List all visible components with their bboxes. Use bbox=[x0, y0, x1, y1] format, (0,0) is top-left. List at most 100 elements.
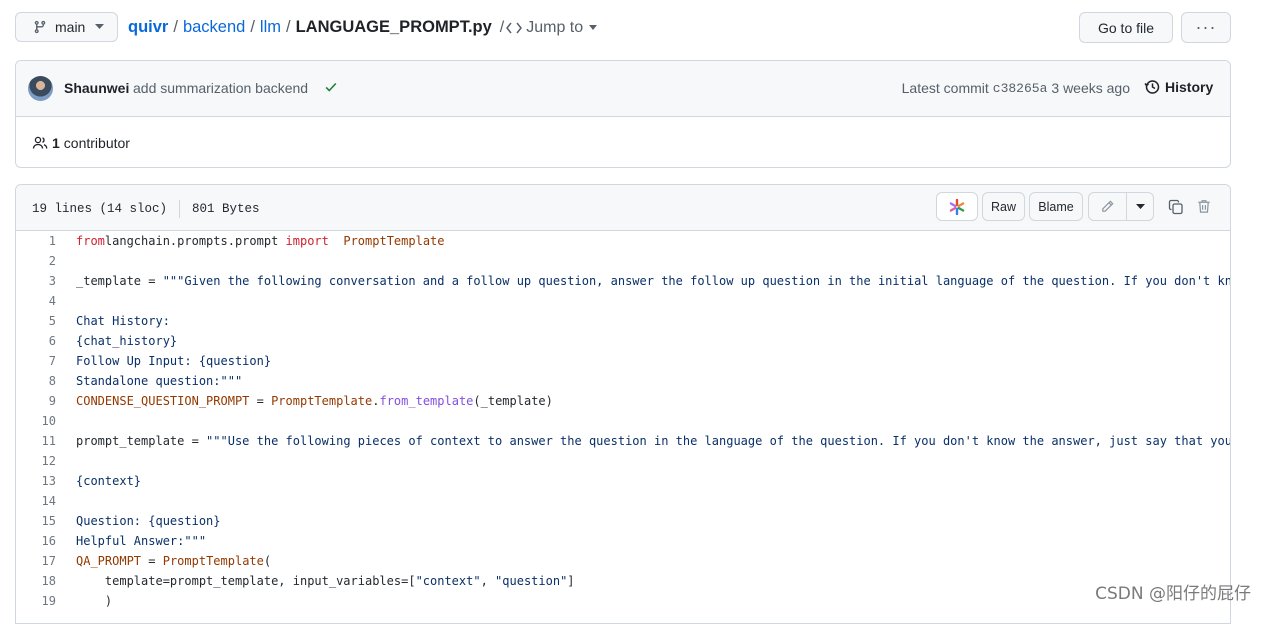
commit-author-link[interactable]: Shaunwei bbox=[64, 80, 129, 96]
line-number[interactable]: 5 bbox=[16, 314, 56, 328]
commit-header: Shaunwei add summarization backend Lates… bbox=[16, 61, 1230, 117]
code-token: _template = bbox=[76, 274, 163, 288]
breadcrumb-separator: / bbox=[499, 18, 505, 36]
line-number[interactable]: 11 bbox=[16, 434, 56, 448]
line-number[interactable]: 12 bbox=[16, 454, 56, 468]
line-number[interactable]: 18 bbox=[16, 574, 56, 588]
line-number[interactable]: 8 bbox=[16, 374, 56, 388]
code-text: prompt_template = """Use the following p… bbox=[56, 434, 1231, 448]
code-text: _template = """Given the following conve… bbox=[56, 274, 1231, 288]
code-text: {chat_history} bbox=[56, 334, 177, 348]
code-token: (_template) bbox=[473, 394, 553, 408]
code-token: "context" bbox=[415, 574, 481, 588]
git-branch-icon bbox=[34, 20, 46, 34]
code-token: PromptTemplate bbox=[271, 394, 373, 408]
file-size: 801 Bytes bbox=[192, 202, 260, 216]
code-token: ] bbox=[567, 574, 575, 588]
caret-down-icon bbox=[95, 24, 105, 29]
line-number[interactable]: 13 bbox=[16, 474, 56, 488]
edit-file-button[interactable] bbox=[1088, 192, 1127, 221]
line-number[interactable]: 2 bbox=[16, 254, 56, 268]
caret-down-icon bbox=[589, 24, 598, 30]
branch-selector-button[interactable]: main bbox=[15, 12, 118, 42]
code-line: 1 fromlangchain.prompts.prompt import Pro… bbox=[16, 231, 1230, 251]
check-icon[interactable] bbox=[324, 80, 338, 94]
file-header: 19 lines (14 sloc) 801 Bytes Raw Blame bbox=[16, 185, 1230, 231]
code-token: {chat_history} bbox=[76, 334, 178, 348]
line-number[interactable]: 9 bbox=[16, 394, 56, 408]
code-token: template=prompt_template, input_variable… bbox=[76, 574, 416, 588]
line-number[interactable]: 15 bbox=[16, 514, 56, 528]
line-number[interactable]: 14 bbox=[16, 494, 56, 508]
code-token: langchain.prompts.prompt bbox=[104, 234, 286, 248]
code-line: 12 bbox=[16, 451, 1230, 471]
code-token: Chat History: bbox=[76, 314, 170, 328]
code-token: ( bbox=[263, 554, 272, 568]
line-number[interactable]: 1 bbox=[16, 234, 56, 248]
blame-button[interactable]: Blame bbox=[1029, 192, 1083, 221]
breadcrumb-file-name: LANGUAGE_PROMPT.py bbox=[295, 18, 492, 36]
code-token: ) bbox=[76, 594, 113, 608]
code-line: 4 bbox=[16, 291, 1230, 311]
commit-message-link[interactable]: add summarization backend bbox=[133, 80, 308, 96]
code-text: template=prompt_template, input_variable… bbox=[56, 574, 575, 588]
contributors-row[interactable]: 1 contributor bbox=[16, 117, 1230, 167]
code-text: Helpful Answer:""" bbox=[56, 534, 206, 548]
raw-button[interactable]: Raw bbox=[982, 192, 1025, 221]
line-number[interactable]: 4 bbox=[16, 294, 56, 308]
code-token: = bbox=[141, 554, 163, 568]
commit-sha-link[interactable]: c38265a bbox=[993, 81, 1048, 96]
code-text: Question: {question} bbox=[56, 514, 221, 528]
line-number[interactable]: 17 bbox=[16, 554, 56, 568]
code-token: {context} bbox=[76, 474, 142, 488]
jump-to-label: Jump to bbox=[526, 18, 584, 36]
breadcrumb-repo-link[interactable]: quivr bbox=[128, 18, 168, 37]
code-line: 14 bbox=[16, 491, 1230, 511]
file-header-bar: main quivr / backend / llm / LANGUAGE_PR… bbox=[15, 12, 1231, 44]
code-line: 13 {context} bbox=[16, 471, 1230, 491]
code-token: """Use the following pieces of context t… bbox=[206, 434, 1231, 448]
code-view[interactable]: 1 fromlangchain.prompts.prompt import Pro… bbox=[16, 231, 1230, 611]
copilot-button[interactable] bbox=[936, 192, 978, 221]
history-icon bbox=[1144, 80, 1160, 94]
avatar[interactable] bbox=[28, 76, 53, 101]
code-token: Follow Up Input: {question} bbox=[76, 354, 272, 368]
code-token: """Given the following conversation and … bbox=[162, 274, 1231, 288]
code-token: = bbox=[249, 394, 272, 408]
code-token: prompt_template = bbox=[76, 434, 207, 448]
go-to-file-button[interactable]: Go to file bbox=[1079, 12, 1173, 43]
history-link[interactable]: History bbox=[1144, 79, 1213, 95]
pencil-icon bbox=[1102, 200, 1114, 212]
watermark: CSDN @阳仔的屁仔 bbox=[1095, 584, 1251, 604]
line-number[interactable]: 19 bbox=[16, 594, 56, 608]
history-label: History bbox=[1165, 79, 1214, 95]
line-number[interactable]: 16 bbox=[16, 534, 56, 548]
edit-dropdown-button[interactable] bbox=[1127, 192, 1154, 221]
code-text: fromlangchain.prompts.prompt import Prom… bbox=[56, 234, 445, 248]
copy-raw-button[interactable] bbox=[1162, 192, 1190, 221]
code-text: ) bbox=[56, 594, 112, 608]
code-token: QA_PROMPT bbox=[76, 554, 142, 568]
copy-icon bbox=[1168, 199, 1183, 214]
breadcrumb-llm-link[interactable]: llm bbox=[260, 18, 281, 37]
code-text: CONDENSE_QUESTION_PROMPT = PromptTemplat… bbox=[56, 394, 553, 408]
line-number[interactable]: 7 bbox=[16, 354, 56, 368]
file-info: 19 lines (14 sloc) 801 Bytes bbox=[32, 200, 260, 218]
breadcrumb-backend-link[interactable]: backend bbox=[183, 18, 245, 37]
contributors-label: contributor bbox=[63, 135, 130, 151]
code-token: CONDENSE_QUESTION_PROMPT bbox=[76, 394, 250, 408]
line-number[interactable]: 3 bbox=[16, 274, 56, 288]
code-line: 7 Follow Up Input: {question} bbox=[16, 351, 1230, 371]
code-token: Standalone question:""" bbox=[76, 374, 243, 388]
commit-time: 3 weeks ago bbox=[1051, 80, 1130, 96]
delete-file-button[interactable] bbox=[1190, 192, 1218, 221]
more-options-button[interactable]: ··· bbox=[1181, 12, 1231, 43]
code-token: from_template bbox=[379, 394, 474, 408]
jump-to-dropdown[interactable]: / Jump to bbox=[500, 19, 598, 37]
file-line-count: 19 lines (14 sloc) bbox=[32, 202, 168, 216]
code-text: Standalone question:""" bbox=[56, 374, 242, 388]
line-number[interactable]: 6 bbox=[16, 334, 56, 348]
latest-commit-box: Shaunwei add summarization backend Lates… bbox=[15, 60, 1231, 168]
line-number[interactable]: 10 bbox=[16, 414, 56, 428]
